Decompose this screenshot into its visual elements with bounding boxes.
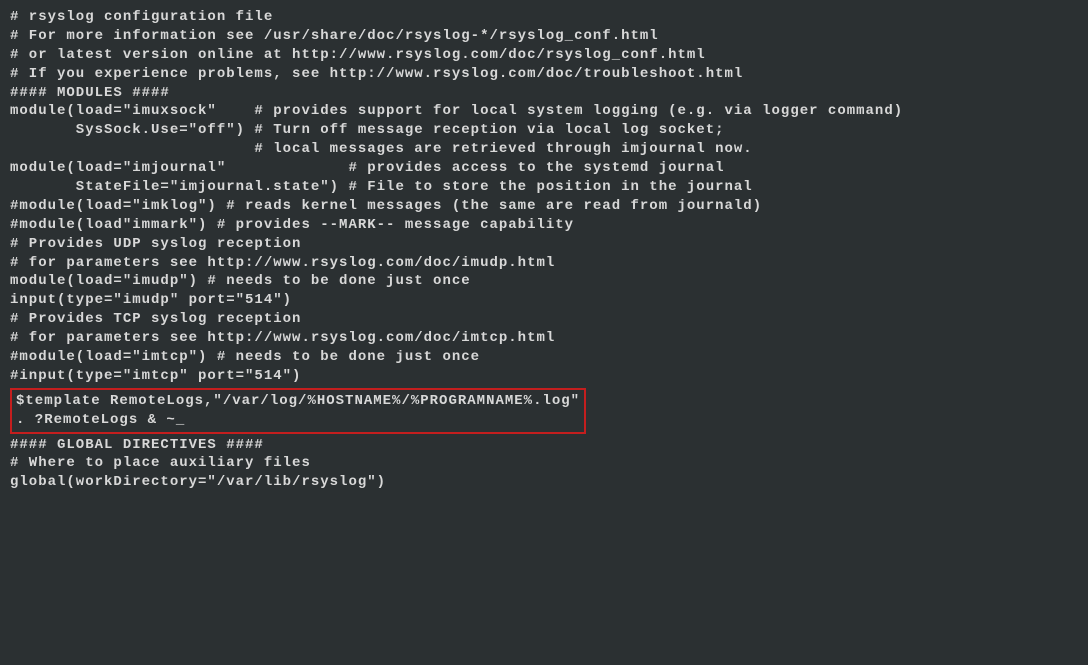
config-line: # for parameters see http://www.rsyslog.…	[10, 254, 1078, 273]
config-line: module(load="imjournal" # provides acces…	[10, 159, 1078, 178]
config-line: # Provides UDP syslog reception	[10, 235, 1078, 254]
config-line: module(load="imuxsock" # provides suppor…	[10, 102, 1078, 121]
config-line: #input(type="imtcp" port="514")	[10, 367, 1078, 386]
config-line: # for parameters see http://www.rsyslog.…	[10, 329, 1078, 348]
config-line: # or latest version online at http://www…	[10, 46, 1078, 65]
config-line: #module(load"immark") # provides --MARK-…	[10, 216, 1078, 235]
config-line: # If you experience problems, see http:/…	[10, 65, 1078, 84]
config-line: # For more information see /usr/share/do…	[10, 27, 1078, 46]
section-header-global-directives: #### GLOBAL DIRECTIVES ####	[10, 436, 1078, 455]
config-line: global(workDirectory="/var/lib/rsyslog")	[10, 473, 1078, 492]
config-line: # Where to place auxiliary files	[10, 454, 1078, 473]
config-line: StateFile="imjournal.state") # File to s…	[10, 178, 1078, 197]
config-line: # rsyslog configuration file	[10, 8, 1078, 27]
terminal-editor[interactable]: # rsyslog configuration file # For more …	[10, 8, 1078, 492]
config-line: #module(load="imtcp") # needs to be done…	[10, 348, 1078, 367]
config-line: module(load="imudp") # needs to be done …	[10, 272, 1078, 291]
config-line: #module(load="imklog") # reads kernel me…	[10, 197, 1078, 216]
config-line: SysSock.Use="off") # Turn off message re…	[10, 121, 1078, 140]
template-definition-line: $template RemoteLogs,"/var/log/%HOSTNAME…	[16, 392, 580, 411]
template-rule-line: . ?RemoteLogs & ~_	[16, 411, 580, 430]
config-line: # Provides TCP syslog reception	[10, 310, 1078, 329]
section-header-modules: #### MODULES ####	[10, 84, 1078, 103]
config-line: # local messages are retrieved through i…	[10, 140, 1078, 159]
config-line: input(type="imudp" port="514")	[10, 291, 1078, 310]
highlighted-template-block: $template RemoteLogs,"/var/log/%HOSTNAME…	[10, 388, 586, 434]
